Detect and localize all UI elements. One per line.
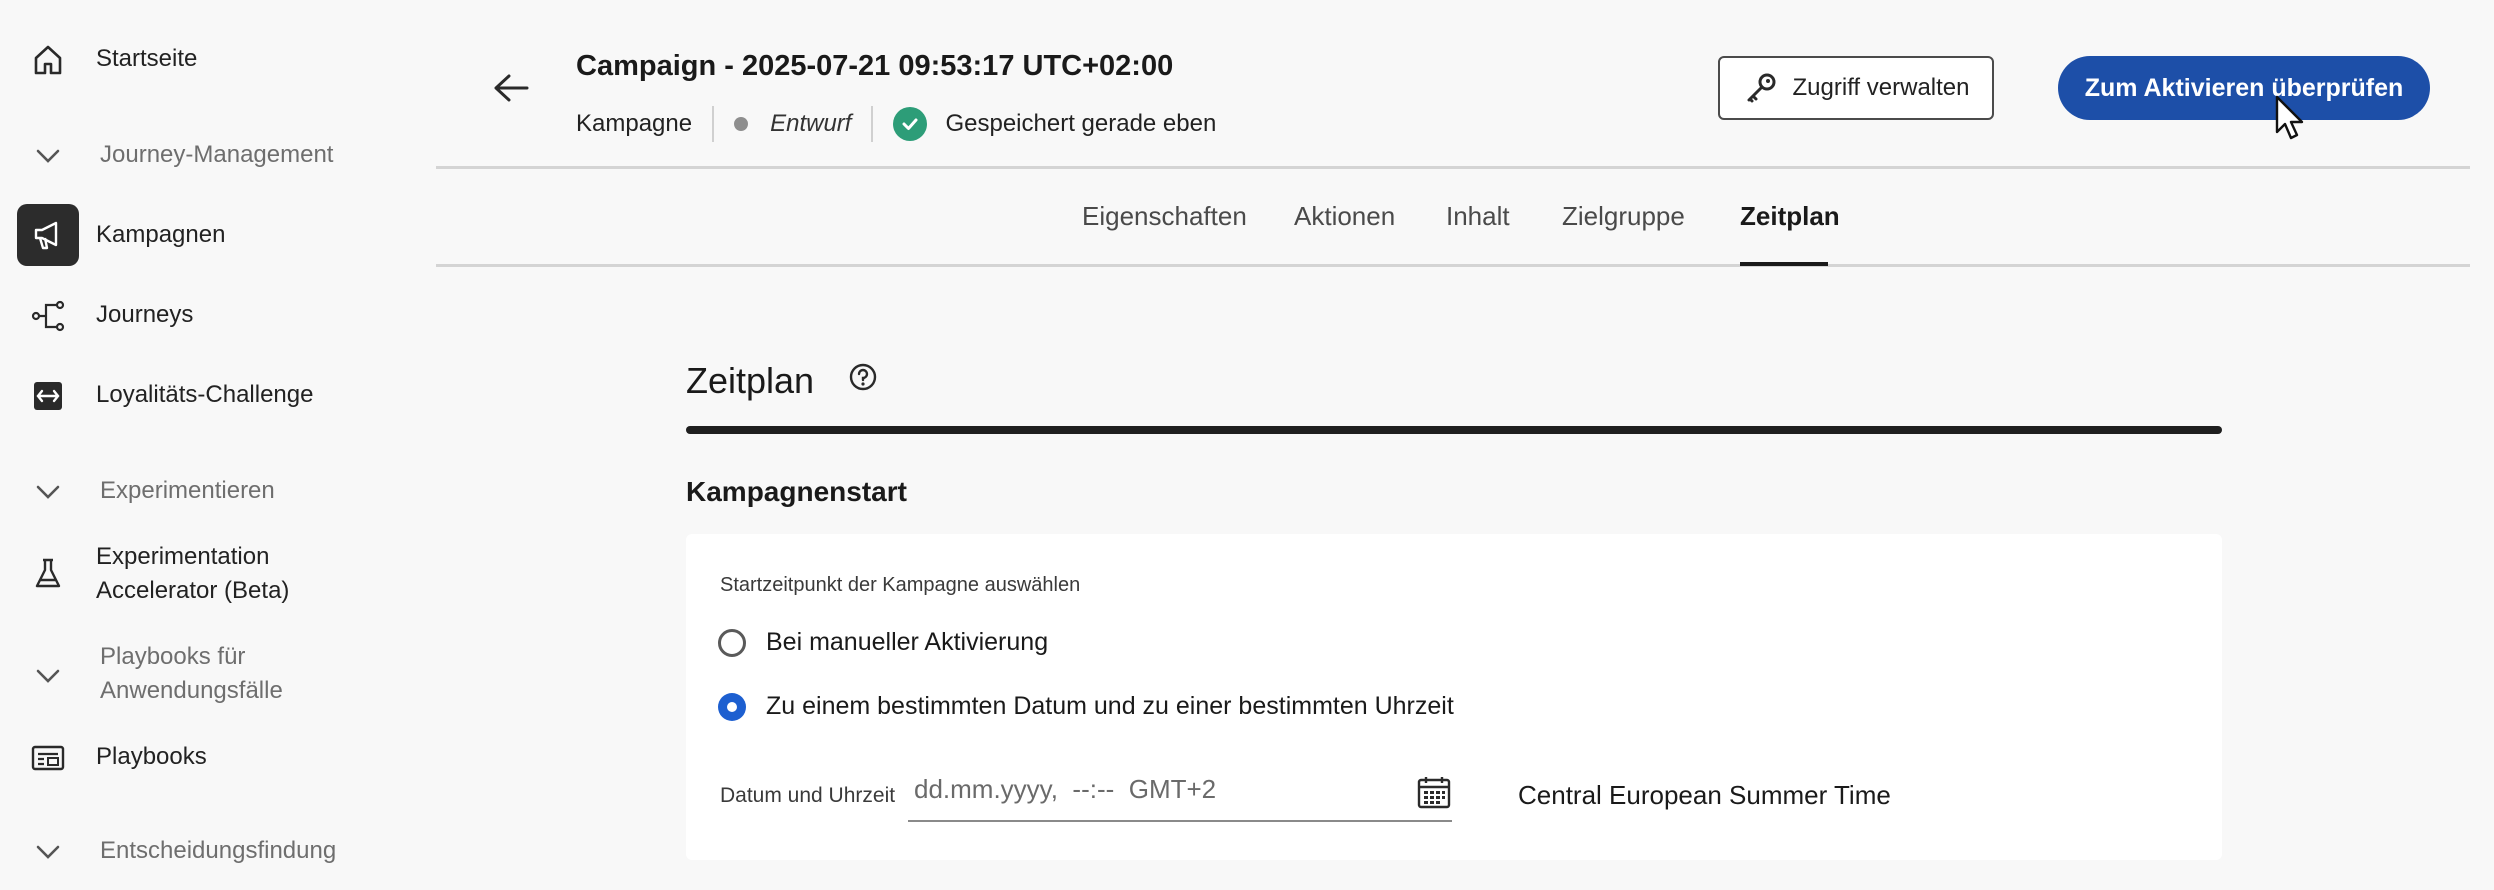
campaign-start-card: Startzeitpunkt der Kampagne auswählen Be… — [686, 534, 2222, 860]
tab-content[interactable]: Inhalt — [1446, 196, 1510, 236]
datetime-label: Datum und Uhrzeit — [720, 784, 896, 807]
loyalty-challenge-icon — [30, 378, 66, 414]
start-time-label: Startzeitpunkt der Kampagne auswählen — [720, 574, 1081, 596]
campaign-start-heading: Kampagnenstart — [686, 476, 907, 507]
sidebar-item-journeys[interactable]: Journeys — [0, 296, 420, 336]
sidebar-section-label: Journey-Management — [100, 141, 334, 168]
chevron-down-icon — [30, 474, 66, 510]
radio-selected-icon[interactable] — [718, 692, 746, 721]
datetime-input[interactable]: dd.mm.yyyy, --:-- GMT+2 — [908, 760, 1452, 822]
campaign-title: Campaign - 2025-07-21 09:53:17 UTC+02:00 — [576, 50, 1174, 82]
flask-icon — [30, 556, 66, 592]
status-dot-icon — [734, 117, 749, 131]
sidebar-item-playbooks[interactable]: Playbooks — [0, 738, 420, 778]
radio-unselected-icon[interactable] — [718, 628, 746, 657]
tab-audience[interactable]: Zielgruppe — [1562, 196, 1685, 236]
sidebar-item-label: Loyalitäts-Challenge — [96, 381, 314, 408]
sidebar-section-experiment[interactable]: Experimentieren — [0, 474, 420, 510]
sidebar-section-label: Experimentieren — [100, 477, 275, 504]
divider — [712, 106, 715, 142]
sidebar-item-label: Startseite — [96, 45, 198, 72]
header-divider — [436, 166, 2470, 169]
chevron-down-icon — [30, 658, 66, 694]
sidebar-item-loyalty-challenge[interactable]: Loyalitäts-Challenge — [0, 376, 420, 416]
sidebar-section-label: Playbooks für — [100, 643, 246, 670]
manage-access-label: Zugriff verwalten — [1792, 74, 1970, 101]
arrow-left-icon — [494, 74, 529, 102]
sidebar-item-home[interactable]: Startseite — [0, 40, 420, 80]
sidebar-item-label: Experimentation — [96, 543, 270, 570]
radio-specific-datetime[interactable]: Zu einem bestimmten Datum und zu einer b… — [718, 692, 1454, 721]
sidebar: Startseite Journey-Management Kampagnen … — [0, 0, 420, 890]
active-tab-indicator — [1740, 262, 1828, 266]
sidebar-section-decisioning[interactable]: Entscheidungsfindung — [0, 834, 420, 870]
review-to-activate-label: Zum Aktivieren überprüfen — [2084, 73, 2404, 102]
timezone-label: Central European Summer Time — [1518, 780, 1891, 810]
sidebar-section-playbooks[interactable]: Playbooks für Anwendungsfälle — [0, 640, 420, 710]
status-badge: Entwurf — [770, 110, 852, 137]
chevron-down-icon — [30, 834, 66, 870]
sidebar-section-label: Anwendungsfälle — [100, 677, 283, 704]
mouse-cursor-icon — [2275, 95, 2304, 140]
tab-actions[interactable]: Aktionen — [1294, 196, 1395, 236]
save-status: Gespeichert gerade eben — [945, 110, 1217, 137]
radio-manual-activation[interactable]: Bei manueller Aktivierung — [718, 628, 1048, 657]
sidebar-section-journey-management[interactable]: Journey-Management — [0, 138, 420, 174]
sidebar-item-label: Journeys — [96, 301, 194, 328]
help-icon[interactable] — [848, 362, 878, 392]
sidebar-item-experimentation-accelerator[interactable]: Experimentation Accelerator (Beta) — [0, 540, 420, 610]
campaign-meta: Kampagne Entwurf Gespeichert gerade eben — [576, 106, 1216, 142]
journey-icon — [30, 298, 66, 334]
calendar-icon[interactable] — [1416, 774, 1452, 810]
key-icon — [1747, 73, 1776, 103]
sidebar-item-label: Playbooks — [96, 743, 207, 770]
divider — [871, 106, 874, 142]
chevron-down-icon — [30, 138, 66, 174]
campaign-type: Kampagne — [576, 110, 693, 137]
datetime-placeholder: dd.mm.yyyy, --:-- GMT+2 — [914, 774, 1217, 804]
section-divider — [686, 426, 2222, 434]
tab-bar: Eigenschaften Aktionen Inhalt Zielgruppe… — [0, 196, 2494, 266]
home-icon — [30, 42, 66, 78]
review-to-activate-button[interactable]: Zum Aktivieren überprüfen — [2058, 56, 2430, 120]
tabs-divider — [436, 264, 2470, 267]
playbook-icon — [30, 740, 66, 776]
radio-label: Zu einem bestimmten Datum und zu einer b… — [766, 692, 1454, 720]
tab-properties[interactable]: Eigenschaften — [1082, 196, 1247, 236]
page-title: Zeitplan — [686, 360, 815, 401]
sidebar-section-label: Entscheidungsfindung — [100, 837, 337, 864]
manage-access-button[interactable]: Zugriff verwalten — [1718, 56, 1994, 120]
sidebar-item-label: Accelerator (Beta) — [96, 577, 290, 604]
back-button[interactable] — [486, 66, 536, 110]
checkmark-circle-icon — [893, 107, 928, 141]
radio-label: Bei manueller Aktivierung — [766, 628, 1049, 656]
tab-schedule[interactable]: Zeitplan — [1740, 196, 1840, 236]
